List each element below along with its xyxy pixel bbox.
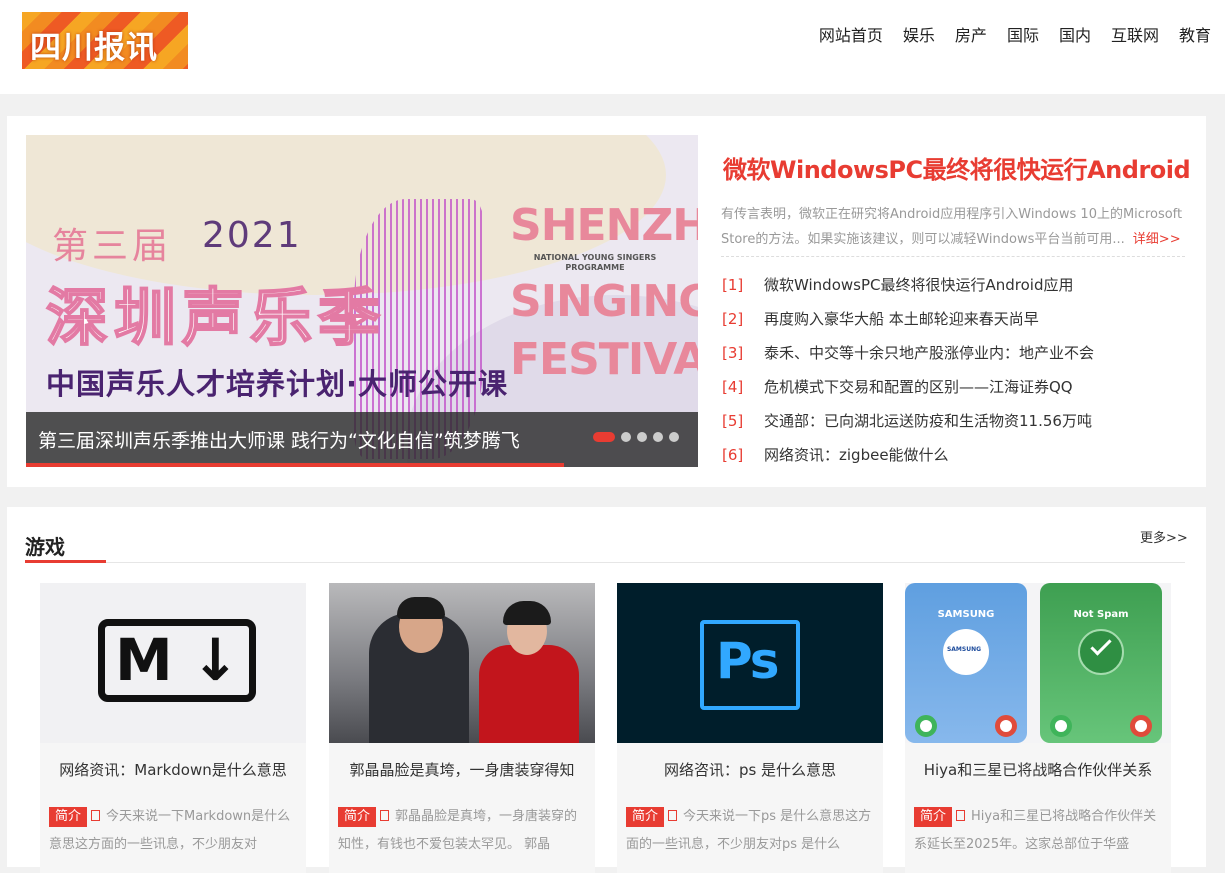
news-index: [2]: [722, 310, 744, 328]
news-item[interactable]: [5] 交通部：已向湖北运送防疫和生活物资11.56万吨: [722, 404, 1094, 438]
section-more-link[interactable]: 更多>>: [1140, 527, 1188, 546]
slider-dot[interactable]: [621, 432, 631, 442]
banner-slider[interactable]: 第三届 2021 深圳声乐季 中国声乐人才培养计划·大师公开课 SHENZHEN…: [26, 135, 698, 467]
photoshop-logo-thumbnail[interactable]: Ps: [617, 583, 883, 743]
card-description: 简介 郭晶晶脸是真垮，一身唐装穿的知性，有钱也不爱包装太罕见。 郭晶: [338, 803, 588, 859]
decline-call-icon: [1130, 715, 1152, 737]
card-tag: 简介: [626, 807, 665, 827]
card-title[interactable]: Hiya和三星已将战略合作伙伴关系: [905, 759, 1171, 780]
banner-en-2: NATIONAL YOUNG SINGERS PROGRAMME: [533, 253, 657, 272]
nav-international[interactable]: 国际: [1007, 24, 1039, 48]
card-tag: 简介: [338, 807, 377, 827]
top-panel: 第三届 2021 深圳声乐季 中国声乐人才培养计划·大师公开课 SHENZHEN…: [7, 116, 1206, 487]
news-item[interactable]: [6] 网络资讯：zigbee能做什么: [722, 438, 1094, 472]
nav-internet[interactable]: 互联网: [1111, 24, 1159, 48]
accept-call-icon: [915, 715, 937, 737]
news-title[interactable]: 网络资讯：zigbee能做什么: [764, 446, 949, 464]
news-index: [4]: [722, 378, 744, 396]
news-item[interactable]: [4] 危机模式下交易和配置的区别——江海证券QQ: [722, 370, 1094, 404]
news-item[interactable]: [1] 微软WindowsPC最终将很快运行Android应用: [722, 268, 1094, 302]
card-tag: 简介: [49, 807, 88, 827]
slider-progress-bar: [26, 463, 564, 467]
banner-caption-bar: 第三届深圳声乐季推出大师课 践行为“文化自信”筑梦腾飞: [26, 412, 698, 467]
banner-title: 深圳声乐季: [45, 280, 387, 355]
slider-dot[interactable]: [653, 432, 663, 442]
phone-screen: SAMSUNG SAMSUNG: [905, 583, 1027, 743]
slider-dot[interactable]: [669, 432, 679, 442]
site-header: 四川报讯网 网站首页 娱乐 房产 国际 国内 互联网 教育: [0, 0, 1225, 94]
article-card[interactable]: Ps 网络咨讯：ps 是什么意思 简介 今天来说一下ps 是什么意思这方面的一些讯…: [617, 583, 883, 873]
article-card[interactable]: M ↓ 网络资讯：Markdown是什么意思 简介 今天来说一下Markdown是…: [40, 583, 306, 873]
news-index: [3]: [722, 344, 744, 362]
decline-call-icon: [995, 715, 1017, 737]
featured-headline[interactable]: 微软WindowsPC最终将很快运行Android: [723, 150, 1191, 185]
news-item[interactable]: [2] 再度购入豪华大船 本土邮轮迎来春天尚早: [722, 302, 1094, 336]
news-index: [6]: [722, 446, 744, 464]
slider-dot[interactable]: [593, 432, 615, 442]
section-title: 游戏: [25, 535, 65, 559]
news-title[interactable]: 交通部：已向湖北运送防疫和生活物资11.56万吨: [764, 412, 1092, 430]
featured-more-link[interactable]: 详细>>: [1133, 232, 1181, 247]
slider-dot[interactable]: [637, 432, 647, 442]
card-description: 简介 今天来说一下ps 是什么意思这方面的一些讯息，不少朋友对ps 是什么: [626, 803, 876, 859]
nav-entertainment[interactable]: 娱乐: [903, 24, 935, 48]
check-icon: [1090, 634, 1112, 656]
placeholder-glyph-icon: [668, 810, 678, 821]
divider: [721, 256, 1185, 257]
news-title[interactable]: 危机模式下交易和配置的区别——江海证券QQ: [764, 378, 1073, 396]
nav-realestate[interactable]: 房产: [955, 24, 987, 48]
markdown-icon: M ↓: [98, 619, 256, 702]
slider-dots: [593, 432, 679, 442]
news-list: [1] 微软WindowsPC最终将很快运行Android应用 [2] 再度购入豪华大…: [722, 268, 1094, 472]
banner-en-3: SINGING: [510, 276, 698, 327]
site-logo[interactable]: 四川报讯网: [22, 12, 188, 69]
news-title[interactable]: 再度购入豪华大船 本土邮轮迎来春天尚早: [764, 310, 1039, 328]
card-tag: 简介: [914, 807, 953, 827]
accept-call-icon: [1050, 715, 1072, 737]
banner-caption[interactable]: 第三届深圳声乐季推出大师课 践行为“文化自信”筑梦腾飞: [38, 426, 520, 453]
main-nav: 网站首页 娱乐 房产 国际 国内 互联网 教育: [799, 24, 1211, 48]
article-card[interactable]: 郭晶晶脸是真垮，一身唐装穿得知 简介 郭晶晶脸是真垮，一身唐装穿的知性，有钱也不爱…: [329, 583, 595, 873]
banner-en-1: SHENZHEN: [510, 200, 698, 251]
placeholder-glyph-icon: [380, 810, 390, 821]
placeholder-glyph-icon: [91, 810, 101, 821]
nav-education[interactable]: 教育: [1179, 24, 1211, 48]
markdown-logo-thumbnail[interactable]: M ↓: [40, 583, 306, 743]
card-description: 简介 Hiya和三星已将战略合作伙伴关系延长至2025年。这家总部位于华盛: [914, 803, 1164, 859]
news-index: [5]: [722, 412, 744, 430]
banner-en-4: FESTIVAL: [510, 334, 698, 385]
banner-edition: 第三届: [52, 226, 173, 267]
banner-year: 2021: [202, 215, 302, 256]
article-card[interactable]: SAMSUNG SAMSUNG Not Spam Hiya和三星已将战略合作伙伴…: [905, 583, 1171, 873]
games-section: 游戏 更多>> M ↓ 网络资讯：Markdown是什么意思 简介 今天来说一下M…: [7, 507, 1206, 873]
news-item[interactable]: [3] 泰禾、中交等十余只地产股涨停业内：地产业不会: [722, 336, 1094, 370]
phone-screen: Not Spam: [1040, 583, 1162, 743]
card-title[interactable]: 网络咨讯：ps 是什么意思: [617, 759, 883, 780]
logo-text: 四川报讯网: [30, 30, 158, 66]
section-divider: [25, 562, 1185, 563]
featured-summary-text: 有传言表明，微软正在研究将Android应用程序引入Windows 10上的Mi…: [721, 207, 1183, 247]
phones-thumbnail[interactable]: SAMSUNG SAMSUNG Not Spam: [905, 583, 1171, 743]
nav-domestic[interactable]: 国内: [1059, 24, 1091, 48]
featured-summary: 有传言表明，微软正在研究将Android应用程序引入Windows 10上的Mi…: [721, 202, 1187, 252]
photoshop-icon: Ps: [700, 620, 800, 710]
news-index: [1]: [722, 276, 744, 294]
banner-english: SHENZHEN NATIONAL YOUNG SINGERS PROGRAMM…: [510, 199, 698, 389]
card-title[interactable]: 郭晶晶脸是真垮，一身唐装穿得知: [329, 759, 595, 780]
person-figure: [479, 645, 579, 743]
news-title[interactable]: 微软WindowsPC最终将很快运行Android应用: [764, 276, 1073, 294]
placeholder-glyph-icon: [956, 810, 966, 821]
nav-home[interactable]: 网站首页: [819, 24, 883, 48]
card-title[interactable]: 网络资讯：Markdown是什么意思: [40, 759, 306, 780]
photo-thumbnail[interactable]: [329, 583, 595, 743]
card-description: 简介 今天来说一下Markdown是什么意思这方面的一些讯息，不少朋友对: [49, 803, 299, 859]
news-title[interactable]: 泰禾、中交等十余只地产股涨停业内：地产业不会: [764, 344, 1094, 362]
banner-subtitle: 中国声乐人才培养计划·大师公开课: [46, 367, 509, 401]
section-title-underline: [25, 560, 106, 563]
